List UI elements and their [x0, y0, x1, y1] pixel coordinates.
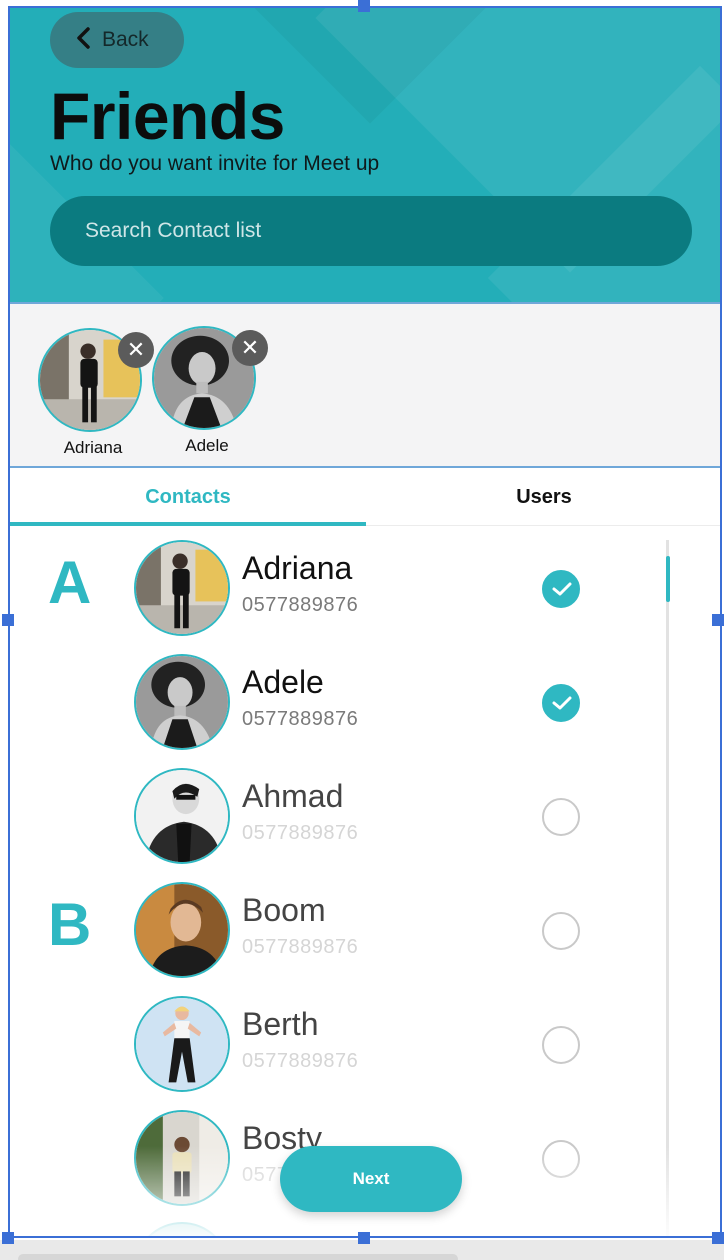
checkbox-unchecked[interactable] — [542, 1026, 580, 1064]
resize-handle[interactable] — [2, 614, 14, 626]
checkbox-unchecked[interactable] — [542, 912, 580, 950]
resize-handle[interactable] — [2, 1232, 14, 1244]
chevron-left-icon — [74, 26, 94, 54]
contact-name: Ahmad — [242, 778, 344, 814]
contact-name: Adriana — [242, 550, 353, 586]
contact-row[interactable]: Boom 0577889876 — [134, 882, 584, 978]
contact-phone: 0577889876 — [242, 936, 359, 958]
scrollbar-thumb[interactable] — [666, 556, 670, 602]
selected-chip-adriana: ✕ Adriana — [38, 328, 154, 458]
contact-name: Adele — [242, 664, 324, 700]
tab-contacts[interactable]: Contacts — [10, 470, 366, 526]
resize-handle[interactable] — [358, 0, 370, 12]
avatar — [134, 882, 230, 978]
tab-users[interactable]: Users — [366, 470, 722, 525]
section-letter: A — [48, 549, 92, 616]
header-banner: Back Friends Who do you want invite for … — [10, 8, 722, 302]
remove-chip-button[interactable]: ✕ — [118, 332, 154, 368]
checkbox-checked[interactable] — [542, 684, 580, 722]
contact-phone: 0577889876 — [242, 1050, 359, 1072]
contact-name: Berth — [242, 1006, 319, 1042]
avatar — [134, 768, 230, 864]
avatar — [134, 996, 230, 1092]
contact-row[interactable]: Adele 0577889876 — [134, 654, 584, 750]
contact-phone: 0577889876 — [242, 822, 359, 844]
check-icon — [552, 582, 572, 596]
chip-name: Adriana — [63, 438, 123, 457]
chip-name: Adele — [185, 436, 229, 455]
contact-row[interactable]: Adriana 0577889876 — [134, 540, 584, 636]
remove-chip-button[interactable]: ✕ — [232, 330, 268, 366]
resize-handle[interactable] — [358, 1232, 370, 1244]
checkbox-checked[interactable] — [542, 570, 580, 608]
search-input[interactable] — [50, 196, 692, 266]
contact-row[interactable]: Berth 0577889876 — [134, 996, 584, 1092]
contact-row[interactable]: Ahmad 0577889876 — [134, 768, 584, 864]
section-letter: B — [48, 891, 92, 958]
tab-bar: Contacts Users — [10, 470, 722, 526]
back-button-label: Back — [102, 28, 149, 51]
bottom-pill — [18, 1254, 458, 1260]
page-title: Friends — [50, 79, 285, 153]
contact-name: Boom — [242, 892, 326, 928]
checkbox-unchecked[interactable] — [542, 798, 580, 836]
contact-list[interactable]: A B Adriana 0577889876 Adele 0577889876 … — [10, 526, 722, 1236]
resize-handle[interactable] — [712, 1232, 724, 1244]
page-subtitle: Who do you want invite for Meet up — [50, 152, 380, 175]
selected-chip-adele: ✕ Adele — [152, 326, 268, 456]
avatar — [134, 540, 230, 636]
avatar — [134, 654, 230, 750]
back-button[interactable]: Back — [50, 12, 184, 68]
resize-handle[interactable] — [712, 614, 724, 626]
selected-contacts-bar: ✕ Adriana ✕ Adele — [10, 302, 722, 468]
contact-phone: 0577889876 — [242, 708, 359, 730]
contact-phone: 0577889876 — [242, 594, 359, 616]
next-button[interactable]: Next — [280, 1146, 462, 1212]
check-icon — [552, 696, 572, 710]
scrollbar-track[interactable] — [666, 540, 669, 1236]
